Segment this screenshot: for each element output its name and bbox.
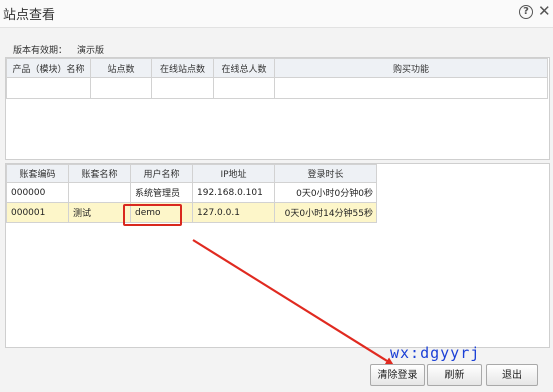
- refresh-button[interactable]: 刷新: [427, 364, 482, 386]
- exit-button[interactable]: 退出: [486, 364, 538, 386]
- site-view-dialog: 站点查看 ? ✕ 版本有效期： 演示版 产品（模块）名称 站点数 在线站点数 在线…: [0, 0, 553, 392]
- clear-login-button[interactable]: 清除登录: [370, 364, 425, 386]
- annotation-arrow: [192, 239, 394, 366]
- watermark-text: wx:dgyyrj: [390, 344, 481, 362]
